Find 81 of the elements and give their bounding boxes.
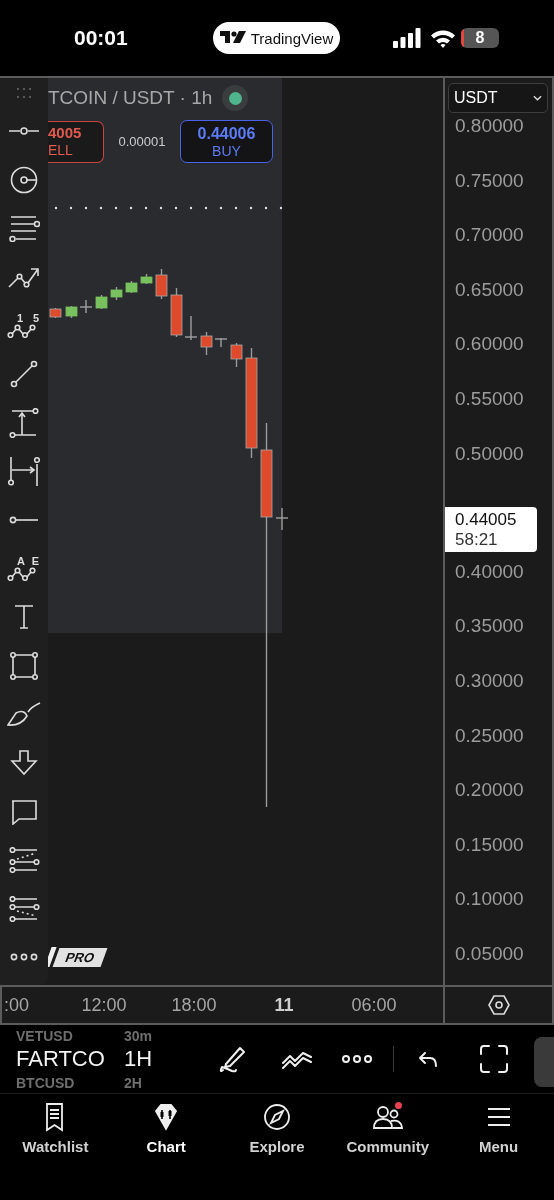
- wifi-icon: [430, 28, 456, 48]
- candle: [65, 305, 78, 319]
- date-range-icon: [8, 456, 40, 487]
- candle: [110, 286, 123, 301]
- price-label: 0.70000: [454, 225, 525, 246]
- horizontal-line-icon: [9, 127, 39, 136]
- price-label: 0.60000: [454, 334, 525, 355]
- chevron-down-icon: [533, 95, 542, 101]
- symbol-option[interactable]: FARTCO: [16, 1046, 124, 1072]
- price-label: 0.40000: [454, 561, 525, 582]
- more-icon[interactable]: [342, 1055, 372, 1063]
- comment-icon: [10, 798, 38, 825]
- tab[interactable]: Chart: [110, 1102, 222, 1155]
- tab[interactable]: Community: [332, 1102, 444, 1155]
- candle: [140, 273, 153, 285]
- interval-option[interactable]: 1H: [124, 1046, 153, 1072]
- side-panel-handle[interactable]: [534, 1037, 554, 1087]
- fullscreen-icon[interactable]: [480, 1045, 508, 1073]
- price-label: 0.30000: [454, 670, 525, 691]
- fib-levels-icon: [8, 895, 40, 922]
- sell-button[interactable]: 4005 ELL: [48, 120, 104, 163]
- logo-icon: [219, 31, 246, 45]
- trend-line-icon: [10, 360, 38, 389]
- tab[interactable]: Watchlist: [0, 1102, 111, 1155]
- rectangle-icon: [9, 650, 39, 681]
- candle: [155, 268, 168, 300]
- time-label: 12:00: [80, 994, 128, 1016]
- interval-option[interactable]: 2H: [124, 1074, 142, 1091]
- candle: [275, 507, 289, 531]
- price-label: 0.75000: [454, 170, 525, 191]
- candle: [125, 280, 138, 294]
- price-label: 0.05000: [454, 943, 525, 964]
- battery-indicator: 8: [461, 28, 499, 48]
- fib-levels-icon: [8, 847, 40, 874]
- undo-icon[interactable]: [418, 1051, 438, 1067]
- pen-icon[interactable]: [218, 1044, 248, 1074]
- compass-icon: [261, 1102, 293, 1132]
- pattern-tool-button[interactable]: A E: [0, 544, 48, 593]
- price-label: 0.15000: [454, 834, 525, 855]
- price-label: 0.10000: [454, 889, 525, 910]
- arrow-down-icon: [10, 750, 38, 776]
- price-label: 0.35000: [454, 616, 525, 637]
- price-label: 0.25000: [454, 725, 525, 746]
- buy-button[interactable]: 0.44006 BUY: [180, 120, 273, 163]
- price-label: 0.55000: [454, 388, 525, 409]
- pattern-tool-button[interactable]: 1 5: [0, 301, 48, 350]
- trend-arrow-icon: [8, 265, 40, 290]
- time-label: 18:00: [170, 994, 218, 1016]
- status-time: 00:01: [74, 26, 129, 50]
- indicators-icon[interactable]: [281, 1049, 313, 1069]
- price-label: 0.50000: [454, 443, 525, 464]
- currency-dropdown[interactable]: USDT: [448, 83, 548, 113]
- ray-line-icon: [9, 516, 39, 525]
- symbol-title[interactable]: TCOIN / USDT · 1h: [48, 87, 213, 109]
- app-pill: TradingView: [213, 22, 340, 54]
- spread-value: 0.00001: [117, 134, 167, 149]
- signal-icon: [393, 28, 421, 48]
- candle: [49, 307, 62, 319]
- text-tool-icon: [13, 604, 35, 631]
- brush-icon: [7, 701, 41, 728]
- symbol-option[interactable]: BTCUSD: [16, 1074, 124, 1091]
- time-label: 11: [273, 994, 295, 1016]
- current-price-label: 0.44005 58:21: [445, 507, 537, 553]
- time-label: 06:00: [350, 994, 398, 1016]
- price-label: 0.20000: [454, 780, 525, 801]
- more-icon: [10, 953, 38, 962]
- drag-handle-icon: [16, 86, 32, 99]
- parallel-lines-icon: [8, 214, 40, 243]
- settings-icon[interactable]: [487, 995, 510, 1015]
- interval-option[interactable]: 30m: [124, 1027, 153, 1044]
- time-label: :00: [4, 994, 31, 1016]
- candle: [79, 299, 93, 314]
- tab[interactable]: Menu: [443, 1102, 554, 1155]
- candle: [230, 342, 243, 368]
- symbol-option[interactable]: VETUSD: [16, 1027, 124, 1044]
- price-label: 0.65000: [454, 279, 525, 300]
- tab[interactable]: Explore: [221, 1102, 333, 1155]
- circle-icon: [10, 165, 38, 194]
- price-label: 0.80000: [454, 116, 525, 136]
- price-range-icon: [9, 407, 39, 438]
- candle: [95, 294, 108, 310]
